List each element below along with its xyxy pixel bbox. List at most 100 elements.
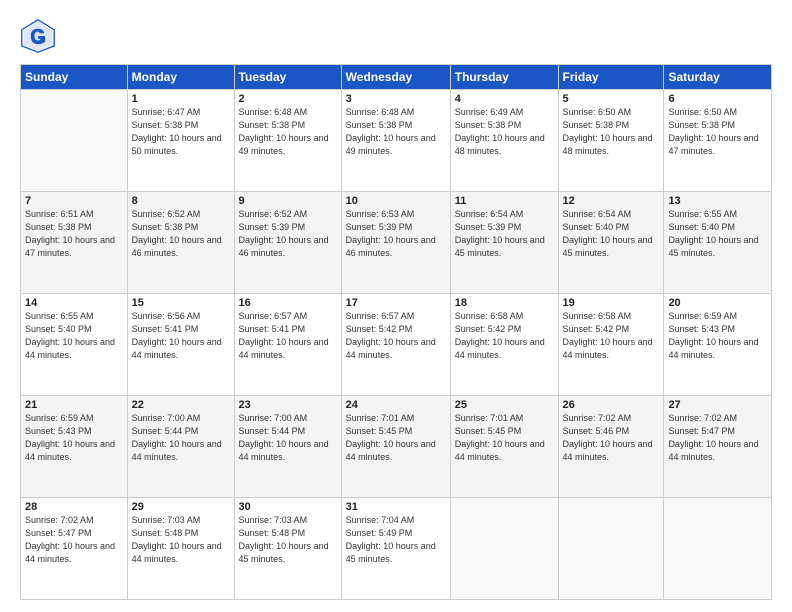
- calendar-day-cell: 27Sunrise: 7:02 AMSunset: 5:47 PMDayligh…: [664, 396, 772, 498]
- calendar-day-cell: 13Sunrise: 6:55 AMSunset: 5:40 PMDayligh…: [664, 192, 772, 294]
- day-number: 17: [346, 297, 446, 309]
- calendar-day-cell: [664, 498, 772, 600]
- weekday-header: Monday: [127, 65, 234, 90]
- day-detail: Sunrise: 6:48 AMSunset: 5:38 PMDaylight:…: [346, 106, 446, 158]
- day-number: 2: [239, 93, 337, 105]
- day-number: 23: [239, 399, 337, 411]
- calendar-table: SundayMondayTuesdayWednesdayThursdayFrid…: [20, 64, 772, 600]
- day-number: 24: [346, 399, 446, 411]
- weekday-header: Saturday: [664, 65, 772, 90]
- calendar-day-cell: 12Sunrise: 6:54 AMSunset: 5:40 PMDayligh…: [558, 192, 664, 294]
- day-detail: Sunrise: 7:02 AMSunset: 5:47 PMDaylight:…: [668, 412, 767, 464]
- calendar-day-cell: 26Sunrise: 7:02 AMSunset: 5:46 PMDayligh…: [558, 396, 664, 498]
- calendar-day-cell: 28Sunrise: 7:02 AMSunset: 5:47 PMDayligh…: [21, 498, 128, 600]
- calendar-day-cell: 17Sunrise: 6:57 AMSunset: 5:42 PMDayligh…: [341, 294, 450, 396]
- calendar-day-cell: 22Sunrise: 7:00 AMSunset: 5:44 PMDayligh…: [127, 396, 234, 498]
- weekday-header: Tuesday: [234, 65, 341, 90]
- day-detail: Sunrise: 6:53 AMSunset: 5:39 PMDaylight:…: [346, 208, 446, 260]
- calendar-day-cell: 2Sunrise: 6:48 AMSunset: 5:38 PMDaylight…: [234, 90, 341, 192]
- day-number: 13: [668, 195, 767, 207]
- calendar-day-cell: 29Sunrise: 7:03 AMSunset: 5:48 PMDayligh…: [127, 498, 234, 600]
- day-detail: Sunrise: 7:00 AMSunset: 5:44 PMDaylight:…: [132, 412, 230, 464]
- calendar-day-cell: 30Sunrise: 7:03 AMSunset: 5:48 PMDayligh…: [234, 498, 341, 600]
- day-detail: Sunrise: 6:50 AMSunset: 5:38 PMDaylight:…: [668, 106, 767, 158]
- day-detail: Sunrise: 7:03 AMSunset: 5:48 PMDaylight:…: [132, 514, 230, 566]
- day-detail: Sunrise: 7:00 AMSunset: 5:44 PMDaylight:…: [239, 412, 337, 464]
- calendar-day-cell: [450, 498, 558, 600]
- calendar-day-cell: 10Sunrise: 6:53 AMSunset: 5:39 PMDayligh…: [341, 192, 450, 294]
- day-detail: Sunrise: 6:57 AMSunset: 5:42 PMDaylight:…: [346, 310, 446, 362]
- day-detail: Sunrise: 7:02 AMSunset: 5:46 PMDaylight:…: [563, 412, 660, 464]
- logo: [20, 18, 62, 54]
- day-number: 6: [668, 93, 767, 105]
- day-number: 27: [668, 399, 767, 411]
- calendar-day-cell: 21Sunrise: 6:59 AMSunset: 5:43 PMDayligh…: [21, 396, 128, 498]
- calendar-day-cell: 15Sunrise: 6:56 AMSunset: 5:41 PMDayligh…: [127, 294, 234, 396]
- day-number: 11: [455, 195, 554, 207]
- calendar-day-cell: 23Sunrise: 7:00 AMSunset: 5:44 PMDayligh…: [234, 396, 341, 498]
- day-detail: Sunrise: 6:50 AMSunset: 5:38 PMDaylight:…: [563, 106, 660, 158]
- calendar-week-row: 21Sunrise: 6:59 AMSunset: 5:43 PMDayligh…: [21, 396, 772, 498]
- day-number: 21: [25, 399, 123, 411]
- weekday-header-row: SundayMondayTuesdayWednesdayThursdayFrid…: [21, 65, 772, 90]
- calendar-day-cell: 3Sunrise: 6:48 AMSunset: 5:38 PMDaylight…: [341, 90, 450, 192]
- day-detail: Sunrise: 6:55 AMSunset: 5:40 PMDaylight:…: [668, 208, 767, 260]
- day-number: 5: [563, 93, 660, 105]
- calendar-week-row: 14Sunrise: 6:55 AMSunset: 5:40 PMDayligh…: [21, 294, 772, 396]
- day-number: 18: [455, 297, 554, 309]
- day-number: 14: [25, 297, 123, 309]
- calendar-day-cell: [21, 90, 128, 192]
- calendar-day-cell: 9Sunrise: 6:52 AMSunset: 5:39 PMDaylight…: [234, 192, 341, 294]
- day-number: 1: [132, 93, 230, 105]
- day-number: 29: [132, 501, 230, 513]
- calendar-week-row: 7Sunrise: 6:51 AMSunset: 5:38 PMDaylight…: [21, 192, 772, 294]
- calendar-day-cell: 8Sunrise: 6:52 AMSunset: 5:38 PMDaylight…: [127, 192, 234, 294]
- calendar-day-cell: 20Sunrise: 6:59 AMSunset: 5:43 PMDayligh…: [664, 294, 772, 396]
- day-number: 28: [25, 501, 123, 513]
- day-detail: Sunrise: 6:57 AMSunset: 5:41 PMDaylight:…: [239, 310, 337, 362]
- calendar-day-cell: [558, 498, 664, 600]
- calendar-day-cell: 25Sunrise: 7:01 AMSunset: 5:45 PMDayligh…: [450, 396, 558, 498]
- calendar-day-cell: 31Sunrise: 7:04 AMSunset: 5:49 PMDayligh…: [341, 498, 450, 600]
- day-number: 26: [563, 399, 660, 411]
- calendar-day-cell: 19Sunrise: 6:58 AMSunset: 5:42 PMDayligh…: [558, 294, 664, 396]
- calendar-day-cell: 4Sunrise: 6:49 AMSunset: 5:38 PMDaylight…: [450, 90, 558, 192]
- day-detail: Sunrise: 6:48 AMSunset: 5:38 PMDaylight:…: [239, 106, 337, 158]
- day-detail: Sunrise: 6:54 AMSunset: 5:40 PMDaylight:…: [563, 208, 660, 260]
- day-detail: Sunrise: 7:03 AMSunset: 5:48 PMDaylight:…: [239, 514, 337, 566]
- page: SundayMondayTuesdayWednesdayThursdayFrid…: [0, 0, 792, 612]
- calendar-day-cell: 24Sunrise: 7:01 AMSunset: 5:45 PMDayligh…: [341, 396, 450, 498]
- calendar-day-cell: 11Sunrise: 6:54 AMSunset: 5:39 PMDayligh…: [450, 192, 558, 294]
- day-detail: Sunrise: 6:51 AMSunset: 5:38 PMDaylight:…: [25, 208, 123, 260]
- weekday-header: Sunday: [21, 65, 128, 90]
- calendar-day-cell: 16Sunrise: 6:57 AMSunset: 5:41 PMDayligh…: [234, 294, 341, 396]
- day-detail: Sunrise: 6:54 AMSunset: 5:39 PMDaylight:…: [455, 208, 554, 260]
- day-number: 22: [132, 399, 230, 411]
- day-number: 9: [239, 195, 337, 207]
- day-number: 4: [455, 93, 554, 105]
- day-detail: Sunrise: 6:59 AMSunset: 5:43 PMDaylight:…: [668, 310, 767, 362]
- logo-icon: [20, 18, 56, 54]
- day-detail: Sunrise: 6:59 AMSunset: 5:43 PMDaylight:…: [25, 412, 123, 464]
- day-number: 20: [668, 297, 767, 309]
- day-number: 3: [346, 93, 446, 105]
- day-detail: Sunrise: 7:04 AMSunset: 5:49 PMDaylight:…: [346, 514, 446, 566]
- weekday-header: Thursday: [450, 65, 558, 90]
- calendar-day-cell: 7Sunrise: 6:51 AMSunset: 5:38 PMDaylight…: [21, 192, 128, 294]
- day-detail: Sunrise: 7:01 AMSunset: 5:45 PMDaylight:…: [346, 412, 446, 464]
- calendar-day-cell: 1Sunrise: 6:47 AMSunset: 5:38 PMDaylight…: [127, 90, 234, 192]
- calendar-week-row: 28Sunrise: 7:02 AMSunset: 5:47 PMDayligh…: [21, 498, 772, 600]
- day-number: 10: [346, 195, 446, 207]
- day-detail: Sunrise: 6:58 AMSunset: 5:42 PMDaylight:…: [563, 310, 660, 362]
- day-detail: Sunrise: 6:47 AMSunset: 5:38 PMDaylight:…: [132, 106, 230, 158]
- day-detail: Sunrise: 6:52 AMSunset: 5:39 PMDaylight:…: [239, 208, 337, 260]
- day-number: 15: [132, 297, 230, 309]
- day-number: 31: [346, 501, 446, 513]
- calendar-week-row: 1Sunrise: 6:47 AMSunset: 5:38 PMDaylight…: [21, 90, 772, 192]
- day-detail: Sunrise: 6:49 AMSunset: 5:38 PMDaylight:…: [455, 106, 554, 158]
- day-number: 7: [25, 195, 123, 207]
- day-number: 25: [455, 399, 554, 411]
- day-number: 8: [132, 195, 230, 207]
- day-number: 19: [563, 297, 660, 309]
- calendar-day-cell: 5Sunrise: 6:50 AMSunset: 5:38 PMDaylight…: [558, 90, 664, 192]
